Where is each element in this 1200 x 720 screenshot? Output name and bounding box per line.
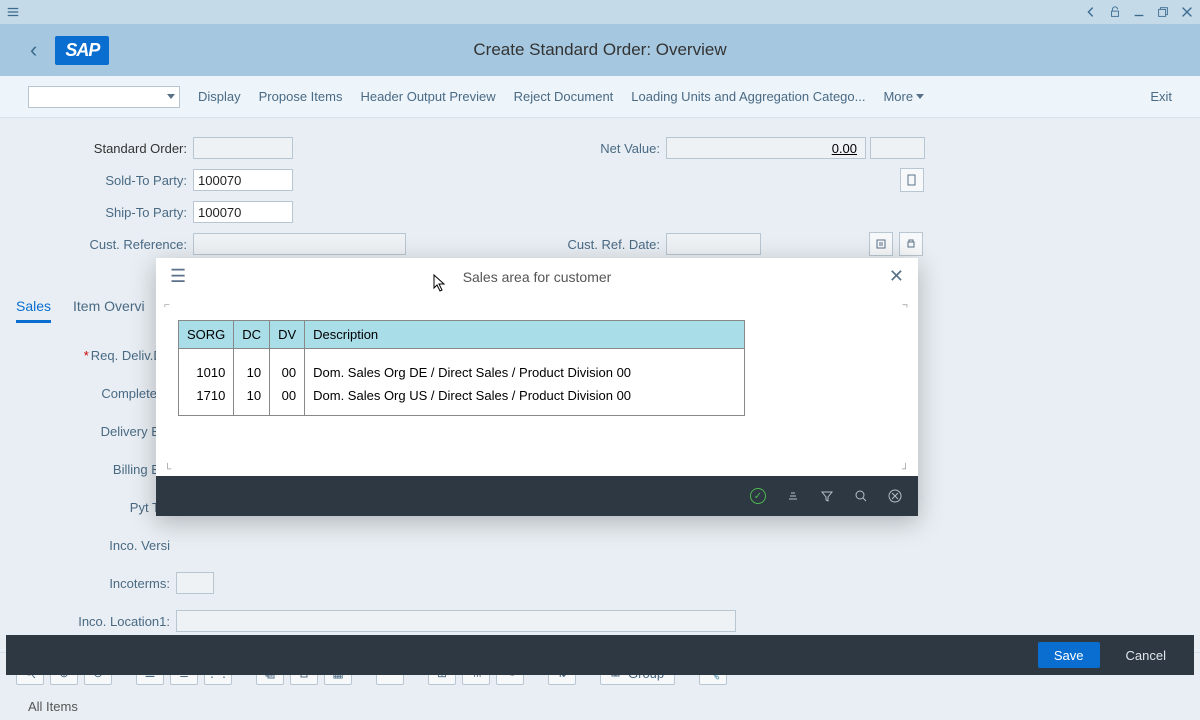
cust-ref-date-input[interactable] — [666, 233, 761, 255]
main-toolbar: Display Propose Items Header Output Prev… — [0, 76, 1200, 118]
dialog-filter-button[interactable] — [820, 489, 834, 503]
net-value-label: Net Value: — [566, 141, 666, 156]
tab-item-overview[interactable]: Item Overvi — [73, 292, 145, 323]
inco-location1-input[interactable] — [176, 610, 736, 632]
cust-ref-label: Cust. Reference: — [28, 237, 193, 252]
dialog-title: Sales area for customer — [463, 269, 612, 285]
page-title: Create Standard Order: Overview — [473, 40, 726, 60]
cust-ref-input[interactable] — [193, 233, 406, 255]
col-sorg[interactable]: SORG — [179, 321, 234, 349]
dialog-search-button[interactable] — [854, 489, 868, 503]
sap-logo: SAP — [55, 36, 109, 65]
back-button[interactable]: ‹ — [12, 37, 55, 63]
back-icon[interactable] — [1084, 5, 1098, 19]
ship-to-input[interactable] — [193, 201, 293, 223]
net-value-input — [666, 137, 866, 159]
inco-location1-label: Inco. Location1: — [16, 614, 176, 629]
loading-units-button[interactable]: Loading Units and Aggregation Catego... — [631, 89, 865, 104]
dialog-cancel-button[interactable] — [888, 489, 902, 503]
sold-to-input[interactable] — [193, 169, 293, 191]
col-dc[interactable]: DC — [234, 321, 270, 349]
corner-mark: ¬ — [902, 300, 910, 308]
dialog-footer: ✓ — [156, 476, 918, 516]
sales-area-dialog: ☰ Sales area for customer ✕ ⌐ ¬ └ ┘ SORG… — [156, 258, 918, 516]
sales-area-table: SORG DC DV Description 1010 10 00 Dom. S… — [178, 320, 745, 416]
col-description[interactable]: Description — [305, 321, 745, 349]
table-row[interactable]: 1010 10 00 Dom. Sales Org DE / Direct Sa… — [179, 349, 745, 385]
system-bar — [0, 0, 1200, 24]
toolbar-dropdown[interactable] — [28, 86, 180, 108]
header-output-preview-button[interactable]: Header Output Preview — [360, 89, 495, 104]
complete-dlv-label: Complete D — [16, 386, 176, 401]
reject-document-button[interactable]: Reject Document — [514, 89, 614, 104]
doc-icon-button[interactable] — [869, 232, 893, 256]
cancel-button[interactable]: Cancel — [1110, 642, 1182, 668]
address-details-button[interactable] — [900, 168, 924, 192]
footer: Save Cancel — [6, 635, 1194, 675]
col-dv[interactable]: DV — [270, 321, 305, 349]
exit-button[interactable]: Exit — [1150, 89, 1172, 104]
print-icon-button[interactable] — [899, 232, 923, 256]
title-bar: ‹ SAP Create Standard Order: Overview — [0, 24, 1200, 76]
save-button[interactable]: Save — [1038, 642, 1100, 668]
corner-mark: └ — [164, 464, 172, 472]
billing-block-label: Billing Blo — [16, 462, 176, 477]
ship-to-label: Ship-To Party: — [28, 205, 193, 220]
propose-items-button[interactable]: Propose Items — [259, 89, 343, 104]
pyt-terms-label: Pyt Ter — [16, 500, 176, 515]
corner-mark: ⌐ — [164, 300, 172, 308]
net-value-currency — [870, 137, 925, 159]
dialog-ok-button[interactable]: ✓ — [750, 488, 766, 504]
dialog-sort-button[interactable] — [786, 489, 800, 503]
more-menu[interactable]: More — [883, 89, 924, 104]
menu-icon[interactable] — [6, 5, 20, 19]
dialog-menu-icon[interactable]: ☰ — [170, 266, 186, 287]
sold-to-label: Sold-To Party: — [28, 173, 193, 188]
delivery-block-label: Delivery Blo — [16, 424, 176, 439]
inco-version-label: Inco. Versi — [16, 538, 176, 553]
tab-sales[interactable]: Sales — [16, 292, 51, 323]
close-icon[interactable] — [1180, 5, 1194, 19]
restore-icon[interactable] — [1156, 5, 1170, 19]
standard-order-input[interactable] — [193, 137, 293, 159]
dialog-close-button[interactable]: ✕ — [889, 266, 904, 287]
header-form: Standard Order: Sold-To Party: Ship-To P… — [0, 118, 1200, 274]
corner-mark: ┘ — [902, 464, 910, 472]
all-items-label: All Items — [0, 693, 1200, 720]
cust-ref-date-label: Cust. Ref. Date: — [566, 237, 666, 252]
req-deliv-date-label: *Req. Deliv.Da — [16, 348, 176, 363]
display-button[interactable]: Display — [198, 89, 241, 104]
incoterms-label: Incoterms: — [16, 576, 176, 591]
table-row[interactable]: 1710 10 00 Dom. Sales Org US / Direct Sa… — [179, 384, 745, 416]
lock-icon[interactable] — [1108, 5, 1122, 19]
standard-order-label: Standard Order: — [28, 141, 193, 156]
minimize-icon[interactable] — [1132, 5, 1146, 19]
incoterms-input[interactable] — [176, 572, 214, 594]
